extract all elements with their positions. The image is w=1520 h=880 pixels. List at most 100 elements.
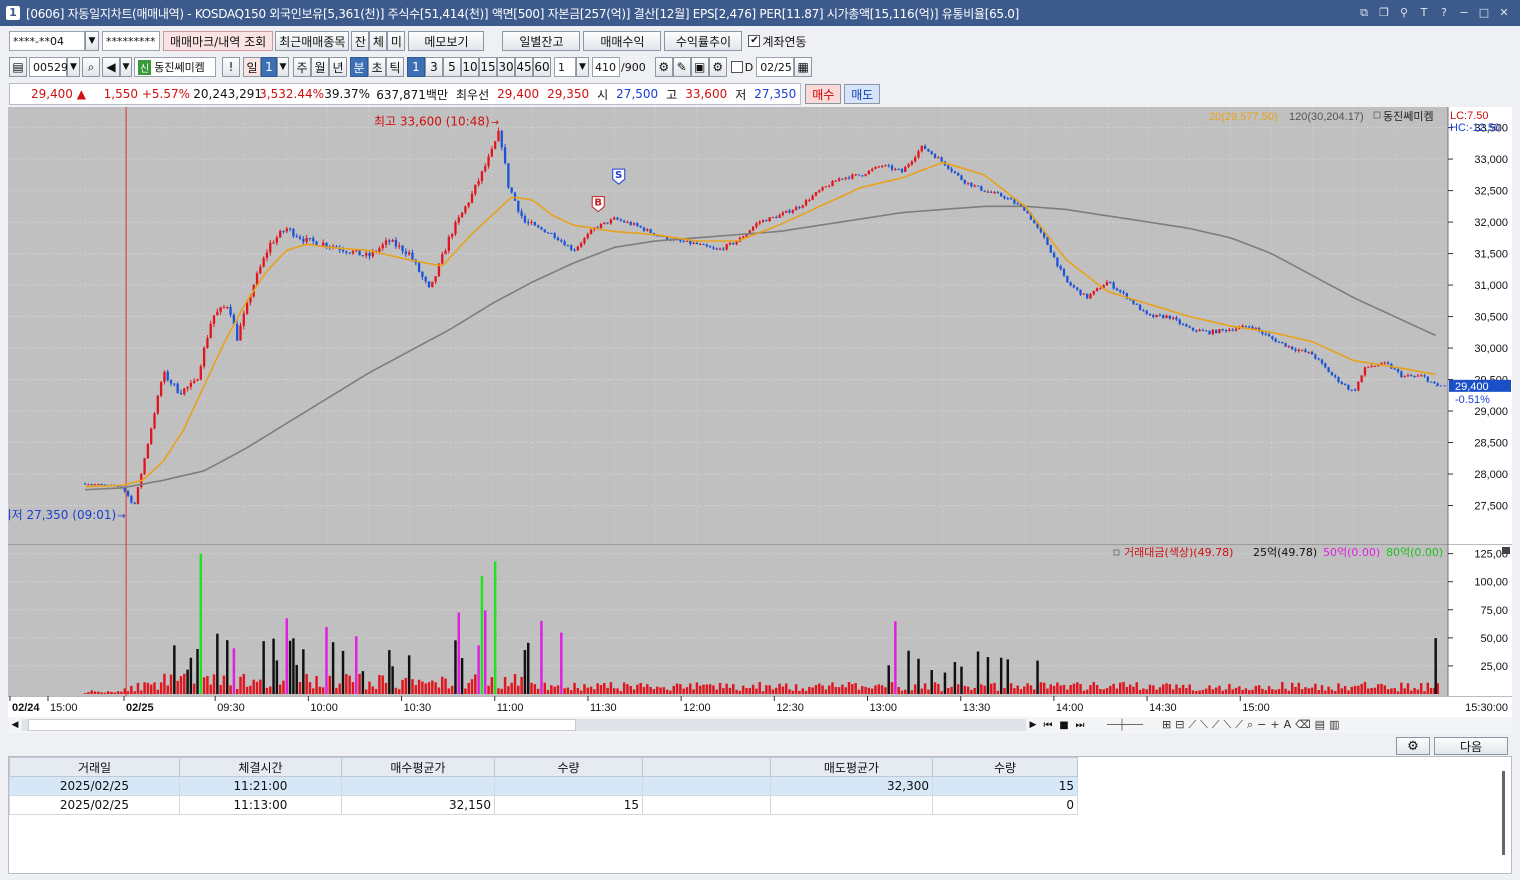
table-row[interactable]: 2025/02/25 11:21:00 32,300 15 bbox=[9, 776, 1078, 796]
column-header[interactable]: 매수평균가 bbox=[341, 757, 495, 777]
period-num-field[interactable]: 1 bbox=[261, 57, 277, 77]
recent-trades-button[interactable]: 최근매매종목 bbox=[275, 31, 350, 51]
table-row[interactable]: 2025/02/25 11:13:00 32,150 15 0 bbox=[9, 795, 1078, 815]
maximize-icon[interactable]: □ bbox=[1476, 5, 1492, 21]
zoom-icon[interactable]: ⌕ bbox=[1247, 718, 1253, 732]
stock-code-field[interactable]: 005290 bbox=[29, 57, 75, 77]
chart-area[interactable]: 33,500 33,000 32,500 32,000 31,500 31,000 30,5… bbox=[8, 107, 1512, 717]
link-window-icon[interactable]: ⧉ bbox=[1356, 5, 1372, 21]
more-icon[interactable]: ▥ bbox=[1329, 718, 1339, 732]
chart-type-icon[interactable]: ▤ bbox=[9, 57, 27, 77]
layout-icon[interactable]: ⊞ bbox=[1162, 718, 1171, 732]
grid-scrollbar[interactable] bbox=[1502, 771, 1505, 855]
grid-settings-gear-icon[interactable]: ⚙ bbox=[1396, 737, 1430, 755]
stock-name-field[interactable]: 신 동진쎄미켐 bbox=[134, 57, 216, 77]
account-link-toggle[interactable]: ✔ 계좌연동 bbox=[748, 33, 807, 50]
interval-button[interactable]: 3 bbox=[425, 57, 443, 77]
scroll-right-icon[interactable]: ▶ bbox=[1026, 720, 1040, 730]
trade-mark-query-button[interactable]: 매매마크/내역 조회 bbox=[163, 31, 274, 51]
interval-button[interactable]: 5 bbox=[443, 57, 461, 77]
speaker-dropdown-icon[interactable]: ▼ bbox=[120, 57, 132, 77]
volume-chart[interactable]: 125,00100,0075,0050,0025,00거래대금(색상)(49.7… bbox=[8, 544, 1512, 696]
scrollbar-thumb[interactable] bbox=[28, 719, 576, 731]
channel-icon[interactable]: ⟍ bbox=[1224, 718, 1232, 732]
candle-body bbox=[1433, 381, 1436, 384]
interval-button[interactable]: 1 bbox=[407, 57, 425, 77]
pin-icon[interactable]: ⚲ bbox=[1396, 5, 1412, 21]
tab-unexecuted[interactable]: 미 bbox=[387, 31, 406, 51]
memo-view-button[interactable]: 메모보기 bbox=[408, 31, 485, 51]
speaker-icon[interactable]: ◀ bbox=[102, 57, 120, 77]
text-size-icon[interactable]: T bbox=[1416, 5, 1432, 21]
split-icon[interactable]: ⊟ bbox=[1175, 718, 1184, 732]
code-dropdown-icon[interactable]: ▼ bbox=[67, 57, 80, 77]
checkbox-icon[interactable]: ✔ bbox=[748, 35, 761, 47]
time-tick-label: 15:00 bbox=[50, 702, 78, 714]
chart-scrollbar[interactable] bbox=[22, 719, 1026, 731]
unit-field[interactable]: 1 bbox=[554, 57, 576, 77]
trade-profit-button[interactable]: 매매수익 bbox=[583, 31, 662, 51]
minimize-icon[interactable]: − bbox=[1456, 5, 1472, 21]
column-header[interactable]: 수량 bbox=[494, 757, 643, 777]
yield-trend-button[interactable]: 수익률추이 bbox=[664, 31, 743, 51]
interval-button[interactable]: 30 bbox=[497, 57, 515, 77]
copy-window-icon[interactable]: ❐ bbox=[1376, 5, 1392, 21]
close-icon[interactable]: ✕ bbox=[1496, 5, 1512, 21]
text-icon[interactable]: A bbox=[1284, 718, 1292, 732]
indicator-icon[interactable]: ⚙ bbox=[654, 57, 673, 77]
scroll-left-icon[interactable]: ◀ bbox=[8, 720, 22, 730]
volume-bar bbox=[540, 620, 543, 694]
date-field[interactable]: 02/25 bbox=[756, 57, 795, 77]
bar-count-field[interactable]: 410 bbox=[592, 57, 620, 77]
interval-button[interactable]: 60 bbox=[533, 57, 551, 77]
column-header[interactable]: 매도평균가 bbox=[770, 757, 933, 777]
volume-bar bbox=[265, 687, 269, 694]
save-icon[interactable]: ▣ bbox=[690, 57, 709, 77]
account-number-field[interactable]: ****-**04 bbox=[9, 31, 85, 51]
price-chart[interactable]: 33,50033,00032,50032,00031,50031,00030,5… bbox=[8, 107, 1512, 544]
account-dropdown-icon[interactable]: ▼ bbox=[85, 31, 99, 51]
period-month-button[interactable]: 월 bbox=[311, 57, 329, 77]
period-tick-button[interactable]: 틱 bbox=[386, 57, 404, 77]
column-header[interactable]: 체결시간 bbox=[179, 757, 342, 777]
search-icon[interactable]: ⌕ bbox=[82, 57, 100, 77]
tab-executed[interactable]: 체 bbox=[369, 31, 388, 51]
period-num-dropdown-icon[interactable]: ▼ bbox=[277, 57, 289, 77]
interval-button[interactable]: 10 bbox=[461, 57, 479, 77]
zoom-slider[interactable]: ──┼─── bbox=[1088, 720, 1162, 731]
period-year-button[interactable]: 년 bbox=[329, 57, 347, 77]
buy-button[interactable]: 매수 bbox=[805, 84, 842, 104]
table-icon[interactable]: ▤ bbox=[1315, 718, 1325, 732]
trendline-icon[interactable]: ⟋ bbox=[1188, 718, 1196, 732]
period-second-button[interactable]: 초 bbox=[368, 57, 386, 77]
column-header[interactable]: 거래일 bbox=[9, 757, 180, 777]
interval-button[interactable]: 45 bbox=[515, 57, 533, 77]
fibo-icon[interactable]: ⟋ bbox=[1212, 718, 1220, 732]
drawing-tool-icon[interactable]: ✎ bbox=[672, 57, 691, 77]
column-header[interactable]: 수량 bbox=[932, 757, 1078, 777]
stop-icon[interactable]: ■ bbox=[1056, 720, 1072, 731]
tab-balance[interactable]: 잔 bbox=[351, 31, 370, 51]
zoom-out-icon[interactable]: − bbox=[1257, 718, 1266, 732]
scroll-first-icon[interactable]: ⏮ bbox=[1040, 720, 1056, 731]
daily-balance-button[interactable]: 일별잔고 bbox=[502, 31, 581, 51]
zoom-in-icon[interactable]: + bbox=[1270, 718, 1279, 732]
period-week-button[interactable]: 주 bbox=[293, 57, 311, 77]
next-button[interactable]: 다음 bbox=[1434, 737, 1508, 755]
period-minute-button[interactable]: 분 bbox=[350, 57, 368, 77]
cross-icon[interactable]: ⟋ bbox=[1235, 718, 1243, 732]
help-icon[interactable]: ? bbox=[1436, 5, 1452, 21]
sell-button[interactable]: 매도 bbox=[844, 84, 881, 104]
column-header[interactable] bbox=[642, 757, 771, 777]
scroll-last-icon[interactable]: ⏭ bbox=[1072, 720, 1088, 731]
period-day-button[interactable]: 일 bbox=[243, 57, 261, 77]
horizontal-line-icon[interactable]: ⟍ bbox=[1200, 718, 1208, 732]
unit-dropdown-icon[interactable]: ▼ bbox=[576, 57, 589, 77]
calendar-icon[interactable]: ▦ bbox=[794, 57, 813, 77]
alert-button[interactable]: ! bbox=[222, 57, 240, 77]
interval-button[interactable]: 15 bbox=[479, 57, 497, 77]
eraser-icon[interactable]: ⌫ bbox=[1295, 718, 1311, 732]
password-field[interactable]: ********* bbox=[102, 31, 160, 51]
settings-icon[interactable]: ⚙ bbox=[708, 57, 727, 77]
date-checkbox[interactable] bbox=[730, 61, 743, 73]
